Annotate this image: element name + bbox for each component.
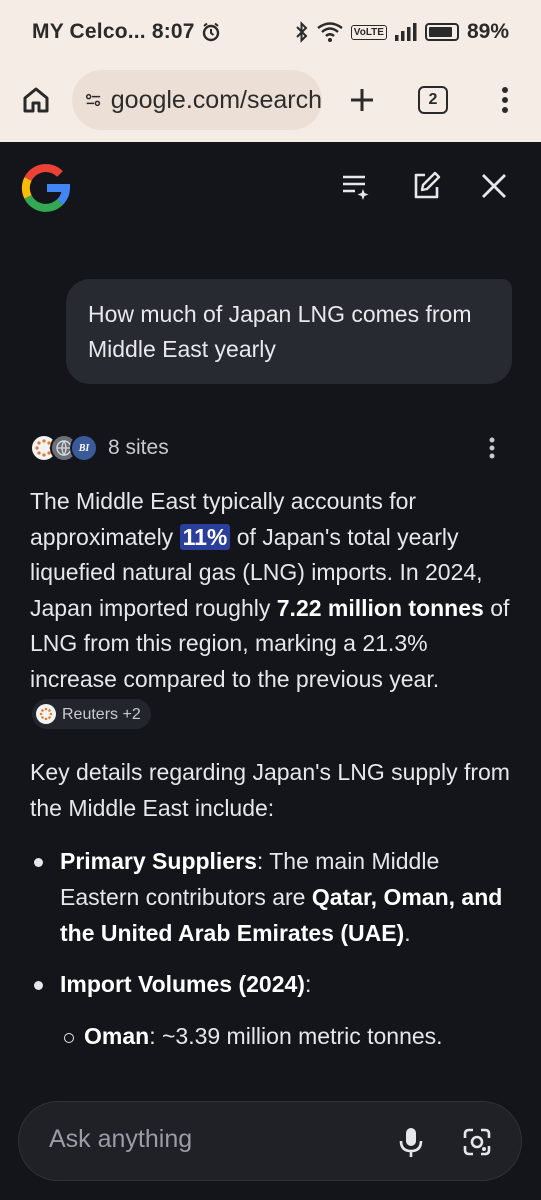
citation-chip[interactable]: Reuters +2 [32, 699, 151, 730]
new-tab-button[interactable] [342, 80, 382, 120]
more-vert-icon [489, 437, 495, 459]
ask-input-bar[interactable]: Ask anything [18, 1101, 522, 1181]
ask-input[interactable]: Ask anything [49, 1125, 192, 1154]
carrier-label: MY Celco... [32, 20, 146, 43]
status-left: MY Celco... 8:07 [32, 20, 221, 44]
answer-bullets: Primary Suppliers: The main Middle Easte… [30, 844, 520, 1054]
answer-options-button[interactable] [480, 433, 504, 463]
browser-toolbar: google.com/search 2 [0, 64, 541, 142]
address-bar[interactable]: google.com/search [72, 70, 322, 130]
sub-bullets: Oman: ~3.39 million metric tonnes. [60, 1019, 520, 1055]
battery-icon [424, 23, 459, 41]
plus-icon [351, 89, 373, 111]
list-item: Import Volumes (2024): Oman: ~3.39 milli… [30, 967, 520, 1054]
signal-icon [394, 23, 417, 41]
reuters-icon [36, 704, 56, 725]
answer-paragraph-2: Key details regarding Japan's LNG supply… [30, 759, 510, 821]
battery-percent: 89% [466, 20, 509, 43]
bold-volume: 7.22 million tonnes [276, 594, 484, 621]
ai-answer: The Middle East typically accounts for a… [30, 484, 520, 1070]
app-header [0, 142, 541, 232]
lens-icon [463, 1128, 491, 1156]
more-vert-icon [502, 87, 508, 113]
sources-count[interactable]: 8 sites [108, 436, 169, 460]
close-button[interactable] [474, 166, 514, 206]
browser-menu-button[interactable] [492, 80, 518, 120]
mic-icon [399, 1128, 423, 1157]
google-logo-icon [21, 163, 71, 212]
home-button[interactable] [18, 82, 54, 118]
clock: 8:07 [151, 20, 195, 43]
bi-icon: BI [70, 434, 98, 462]
bluetooth-icon [296, 21, 308, 43]
tab-switcher-button[interactable]: 2 [418, 86, 448, 114]
highlight-percent: 11% [179, 523, 231, 550]
voice-search-button[interactable] [391, 1122, 431, 1162]
answer-paragraph-1: The Middle East typically accounts for a… [30, 484, 520, 733]
list-item: Primary Suppliers: The main Middle Easte… [30, 844, 520, 951]
volte-badge: VoLTE [350, 24, 387, 40]
wifi-icon [317, 22, 343, 42]
sources-row[interactable]: BI 8 sites [30, 431, 510, 465]
site-settings-icon[interactable] [86, 90, 101, 110]
status-bar: MY Celco... 8:07 VoLTE 89% [0, 0, 541, 64]
alarm-icon [202, 22, 219, 42]
user-query-bubble: How much of Japan LNG comes from Middle … [66, 279, 512, 384]
url-text[interactable]: google.com/search [111, 86, 322, 115]
sub-list-item: Oman: ~3.39 million metric tonnes. [60, 1019, 520, 1055]
history-button[interactable] [336, 166, 376, 206]
home-icon [23, 87, 49, 113]
list-sparkle-icon [343, 175, 369, 200]
close-icon [482, 174, 506, 198]
status-right: VoLTE 89% [295, 20, 509, 44]
lens-search-button[interactable] [457, 1122, 497, 1162]
new-chat-button[interactable] [406, 166, 446, 206]
edit-icon [414, 171, 441, 199]
citation-label: Reuters +2 [62, 705, 141, 723]
